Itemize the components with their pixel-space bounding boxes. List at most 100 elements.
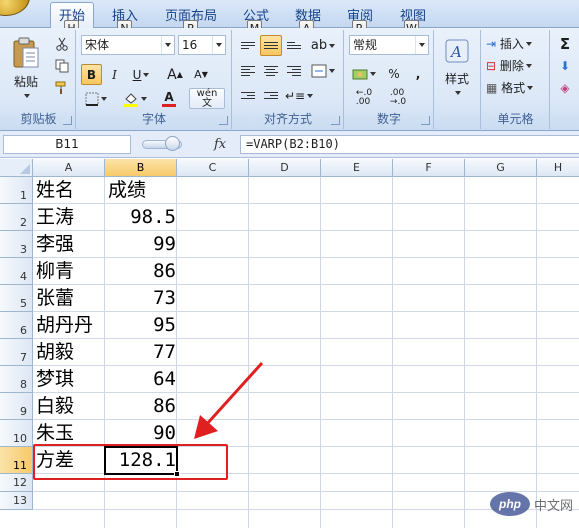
insert-function-button[interactable]: fx [214,137,226,152]
increase-decimal-button[interactable]: ←.0.00 [349,87,379,108]
align-right-button[interactable] [283,60,305,81]
font-color-button[interactable]: A [154,88,184,109]
fill-button[interactable]: ⬇ [553,55,577,76]
row-header-6[interactable]: 6 [0,312,33,339]
align-bottom-button[interactable] [283,35,305,56]
row-header-8[interactable]: 8 [0,366,33,393]
cell-a4[interactable]: 柳青 [36,258,74,285]
format-cells-button[interactable]: ▦ 格式 [485,77,547,98]
name-box[interactable]: B11 [3,135,131,154]
row-header-5[interactable]: 5 [0,285,33,312]
copy-button[interactable] [52,55,72,76]
column-header-b[interactable]: B [105,159,177,177]
row-header-3[interactable]: 3 [0,231,33,258]
font-size-value: 16 [182,38,198,52]
formula-bar-resize-handle[interactable] [165,136,180,151]
borders-button[interactable] [81,88,111,109]
column-header-h[interactable]: H [537,159,579,177]
column-header-d[interactable]: D [249,159,321,177]
font-name-combo[interactable]: 宋体 [81,35,175,55]
clear-button[interactable]: ◈ [553,77,577,98]
delete-cells-button[interactable]: ⊟ 删除 [485,55,547,76]
styles-button[interactable]: A 样式 [437,32,477,104]
row-header-12[interactable]: 12 [0,474,33,492]
cell-b8[interactable]: 64 [105,366,176,393]
cell-b4[interactable]: 86 [105,258,176,285]
font-size-combo[interactable]: 16 [178,35,226,55]
row-header-4[interactable]: 4 [0,258,33,285]
currency-icon [352,69,368,79]
column-header-c[interactable]: C [177,159,249,177]
row-header-7[interactable]: 7 [0,339,33,366]
autosum-button[interactable]: Σ [553,33,577,54]
shrink-font-button[interactable]: A ▼ [189,64,213,85]
increase-indent-button[interactable] [260,85,282,106]
phonetic-button[interactable]: wén 文 [189,88,225,109]
cell-a3[interactable]: 李强 [36,231,74,258]
formula-input[interactable]: =VARP(B2:B10) [240,135,579,154]
decrease-indent-button[interactable] [237,85,259,106]
cell-b6[interactable]: 95 [105,312,176,339]
column-header-f[interactable]: F [393,159,465,177]
cell-a2[interactable]: 王涛 [36,204,74,231]
alignment-launcher-icon[interactable] [331,116,340,125]
row-header-10[interactable]: 10 [0,420,33,447]
office-button[interactable] [0,0,30,16]
cell-a9[interactable]: 白毅 [36,393,74,420]
paste-button[interactable]: 粘贴 [4,32,48,104]
format-painter-button[interactable] [52,77,72,98]
row-header-9[interactable]: 9 [0,393,33,420]
select-all-button[interactable] [0,159,33,177]
font-launcher-icon[interactable] [219,116,228,125]
underline-button[interactable]: U [127,64,155,85]
percent-button[interactable]: % [383,63,405,84]
currency-button[interactable] [349,63,379,84]
cell-b2[interactable]: 98.5 [105,204,176,231]
number-format-dropdown-icon[interactable] [415,36,428,54]
cell-a1[interactable]: 姓名 [36,177,74,204]
column-header-e[interactable]: E [321,159,393,177]
group-number: 常规 % , ←.0.00 .00 →.0 数字 [345,30,434,129]
cell-b3[interactable]: 99 [105,231,176,258]
cell-a5[interactable]: 张蕾 [36,285,74,312]
cell-b7[interactable]: 77 [105,339,176,366]
align-middle-button[interactable] [260,35,282,56]
merge-center-button[interactable] [307,60,339,81]
align-center-button[interactable] [260,60,282,81]
row-header-2[interactable]: 2 [0,204,33,231]
row-header-11[interactable]: 11 [0,447,33,474]
fill-color-button[interactable] [119,88,151,109]
bold-button[interactable]: B [81,64,102,85]
grow-font-button[interactable]: A ▲ [163,64,187,85]
cell-b10[interactable]: 90 [105,420,176,447]
cell-a8[interactable]: 梦琪 [36,366,74,393]
php-logo: php [489,492,530,516]
number-format-combo[interactable]: 常规 [349,35,429,55]
align-left-button[interactable] [237,60,259,81]
align-top-button[interactable] [237,35,259,56]
wrap-text-button[interactable]: ↵≡ [283,85,315,106]
italic-button[interactable]: I [104,64,125,85]
worksheet-grid[interactable]: A B C D E F G H 1 2 3 4 5 6 7 8 9 10 11 … [0,159,579,528]
comma-button[interactable]: , [407,63,429,84]
font-name-dropdown-icon[interactable] [161,36,174,54]
row-header-1[interactable]: 1 [0,177,33,204]
align-top-icon [241,40,255,51]
column-header-g[interactable]: G [465,159,537,177]
cut-button[interactable] [52,33,72,54]
cell-a10[interactable]: 朱玉 [36,420,74,447]
font-color-swatch [162,103,176,107]
insert-cells-button[interactable]: ⇥ 插入 [485,33,547,54]
cell-a6[interactable]: 胡丹丹 [36,312,93,339]
number-launcher-icon[interactable] [421,116,430,125]
cell-b5[interactable]: 73 [105,285,176,312]
cell-b9[interactable]: 86 [105,393,176,420]
orientation-button[interactable]: ab [307,35,339,56]
clipboard-launcher-icon[interactable] [63,116,72,125]
font-size-dropdown-icon[interactable] [212,36,225,54]
decrease-decimal-button[interactable]: .00 →.0 [383,87,413,108]
row-header-13[interactable]: 13 [0,492,33,510]
cell-b1[interactable]: 成绩 [108,177,146,204]
cell-a7[interactable]: 胡毅 [36,339,74,366]
column-header-a[interactable]: A [33,159,105,177]
